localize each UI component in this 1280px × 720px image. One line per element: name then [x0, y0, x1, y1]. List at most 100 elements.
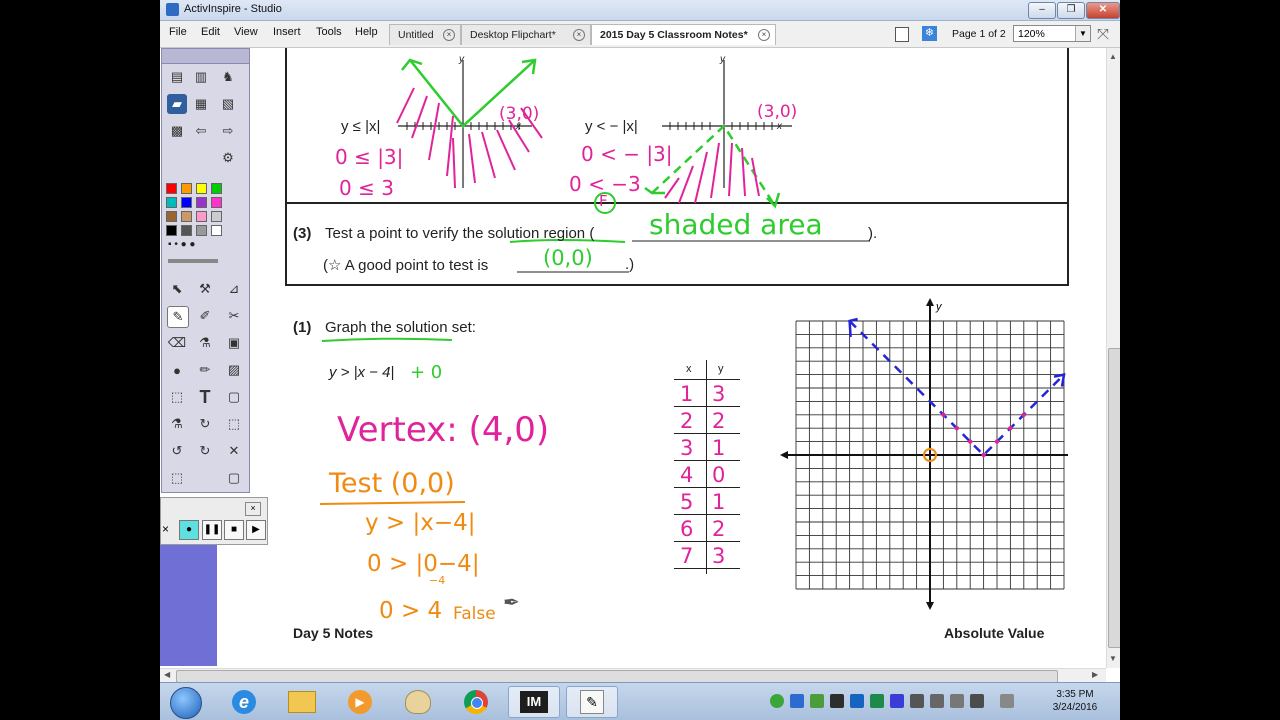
media-player-icon[interactable]: ▶	[334, 686, 386, 718]
menu-insert[interactable]: Insert	[273, 26, 301, 38]
close-tab-icon[interactable]: ×	[443, 29, 455, 41]
zoom-select[interactable]: 120% ▼	[1013, 25, 1091, 42]
color-swatch[interactable]	[196, 225, 207, 236]
toolbox-tool-icon[interactable]: ▦	[191, 94, 211, 114]
toolbox-tool-icon[interactable]: ⬉	[167, 279, 187, 299]
toolbox-tool-icon[interactable]: ↻	[195, 441, 215, 461]
collapse-icon[interactable]: ×	[162, 522, 169, 536]
pause-button[interactable]: ❚❚	[202, 520, 222, 540]
chrome-icon[interactable]	[450, 686, 502, 718]
toolbox-tool-icon[interactable]: ⬚	[224, 414, 244, 434]
tray-icon[interactable]	[950, 694, 964, 708]
scroll-up-icon[interactable]: ▲	[1109, 52, 1117, 61]
tab-classroom-notes[interactable]: 2015 Day 5 Classroom Notes* ×	[591, 24, 776, 45]
scroll-right-icon[interactable]: ▶	[1092, 670, 1098, 679]
record-button[interactable]: ●	[179, 520, 199, 540]
toolbox-tool-icon[interactable]: ▣	[224, 333, 244, 353]
page-browser-icon[interactable]	[895, 27, 909, 42]
color-swatch[interactable]	[211, 197, 222, 208]
menu-file[interactable]: File	[169, 26, 187, 38]
color-swatch[interactable]	[196, 183, 207, 194]
play-button[interactable]: ▶	[246, 520, 266, 540]
flipchart-page[interactable]: y ≤ |x| y < − |x| x y x y 0 ≤ |3| 0 ≤ 3 …	[217, 48, 1106, 668]
toolbox-tool-icon[interactable]	[195, 468, 215, 488]
toolbox-tool-icon[interactable]: ⊿	[224, 279, 244, 299]
toolbox-header[interactable]	[162, 49, 249, 64]
menu-help[interactable]: Help	[355, 26, 378, 38]
minimize-button[interactable]: –	[1028, 2, 1056, 19]
toolbox-tool-icon[interactable]: T	[195, 387, 215, 407]
toolbox-tool-icon[interactable]: ▢	[224, 387, 244, 407]
tray-icon[interactable]	[790, 694, 804, 708]
toolbox-tool-icon[interactable]: ↻	[195, 414, 215, 434]
close-tab-icon[interactable]: ×	[573, 29, 585, 41]
toolbox-tool-icon[interactable]: ⬚	[167, 387, 187, 407]
vertical-scrollbar[interactable]: ▲ ▼	[1106, 48, 1120, 668]
stop-button[interactable]: ■	[224, 520, 244, 540]
chevron-down-icon[interactable]: ▼	[1075, 26, 1090, 41]
folder-icon[interactable]	[276, 686, 328, 718]
toolbox-tool-icon[interactable]: ▥	[191, 67, 211, 87]
tray-icon[interactable]	[870, 694, 884, 708]
toolbox-tool-icon[interactable]: ⇦	[191, 121, 211, 141]
start-button[interactable]	[170, 687, 202, 719]
toolbox-tool-icon[interactable]: ▨	[224, 360, 244, 380]
color-swatch[interactable]	[211, 211, 222, 222]
tray-icon[interactable]	[890, 694, 904, 708]
fullscreen-icon[interactable]: ⤧	[1097, 26, 1109, 43]
toolbox-tool-icon[interactable]: ✕	[224, 441, 244, 461]
toolbox-tool-icon[interactable]: ✏	[195, 360, 215, 380]
tab-desktop-flipchart[interactable]: Desktop Flipchart* ×	[461, 24, 591, 45]
toolbox-tool-icon[interactable]: ✎	[167, 306, 189, 328]
scroll-left-icon[interactable]: ◀	[164, 670, 170, 679]
scroll-down-icon[interactable]: ▼	[1109, 654, 1117, 663]
color-swatch[interactable]	[181, 197, 192, 208]
toolbox-tool-icon[interactable]: ⚒	[195, 279, 215, 299]
toolbox-tool-icon[interactable]: ✂	[224, 306, 244, 326]
toolbox-tool-icon[interactable]: ↺	[167, 441, 187, 461]
activinspire-taskbar-item[interactable]: IM	[508, 686, 560, 718]
main-toolbox[interactable]: ▤ ▥ ♞ ▰ ▦ ▧ ▩ ⇦ ⇨ ⚙ ⬉ ⚒ ⊿ ✎ ✐ ✂ ⌫ ⚗ ▣ ● ✏ ▨ ⬚ T ▢ ⚗ ↻ ⬚ ↺ ↻ ✕ ⬚ ▢ ▪ • ● ●	[161, 48, 250, 493]
toolbox-tool-icon[interactable]: ✐	[195, 306, 215, 326]
pen-size-selector[interactable]: ▪ • ● ●	[168, 239, 195, 250]
toolbox-tool-icon[interactable]: ▢	[224, 468, 244, 488]
toolbox-tool-icon[interactable]: ⚗	[195, 333, 215, 353]
paint-icon[interactable]	[392, 686, 444, 718]
color-swatch[interactable]	[166, 225, 177, 236]
toolbox-tool-icon[interactable]: ⚙	[218, 148, 238, 168]
pen-width-slider[interactable]	[168, 259, 218, 263]
tray-icon[interactable]	[770, 694, 784, 708]
color-swatch[interactable]	[196, 197, 207, 208]
maximize-button[interactable]: ❐	[1057, 2, 1085, 19]
menu-tools[interactable]: Tools	[316, 26, 342, 38]
snowflake-icon[interactable]: ❄	[922, 26, 937, 41]
speaker-icon[interactable]	[970, 694, 984, 708]
color-swatch[interactable]	[166, 197, 177, 208]
tab-untitled[interactable]: Untitled ×	[389, 24, 461, 45]
tray-icon[interactable]	[850, 694, 864, 708]
horizontal-scrollbar[interactable]: ◀ ▶	[160, 668, 1106, 683]
color-swatch[interactable]	[196, 211, 207, 222]
color-swatch[interactable]	[166, 211, 177, 222]
color-swatch[interactable]	[166, 183, 177, 194]
menu-edit[interactable]: Edit	[201, 26, 220, 38]
toolbox-tool-icon[interactable]: ▧	[218, 94, 238, 114]
tray-icon[interactable]	[810, 694, 824, 708]
tray-icon[interactable]	[930, 694, 944, 708]
toolbox-tool-icon[interactable]: ▩	[167, 121, 187, 141]
toolbox-tool-icon[interactable]: ⇨	[218, 121, 238, 141]
toolbox-tool-icon[interactable]: ▤	[167, 67, 187, 87]
internet-explorer-icon[interactable]: e	[218, 686, 270, 718]
network-icon[interactable]	[1000, 694, 1014, 708]
toolbox-tool-icon[interactable]: ⌫	[167, 333, 187, 353]
tray-icon[interactable]	[910, 694, 924, 708]
color-swatch[interactable]	[181, 211, 192, 222]
color-swatch[interactable]	[211, 225, 222, 236]
toolbox-tool-icon[interactable]: ♞	[218, 67, 238, 87]
toolbox-tool-icon[interactable]: ●	[167, 360, 187, 380]
close-button[interactable]: ✕	[1086, 2, 1120, 19]
close-icon[interactable]: ×	[245, 502, 261, 516]
toolbox-tool-icon[interactable]: ⬚	[167, 468, 187, 488]
toolbox-tool-icon[interactable]: ⚗	[167, 414, 187, 434]
color-swatch[interactable]	[181, 225, 192, 236]
